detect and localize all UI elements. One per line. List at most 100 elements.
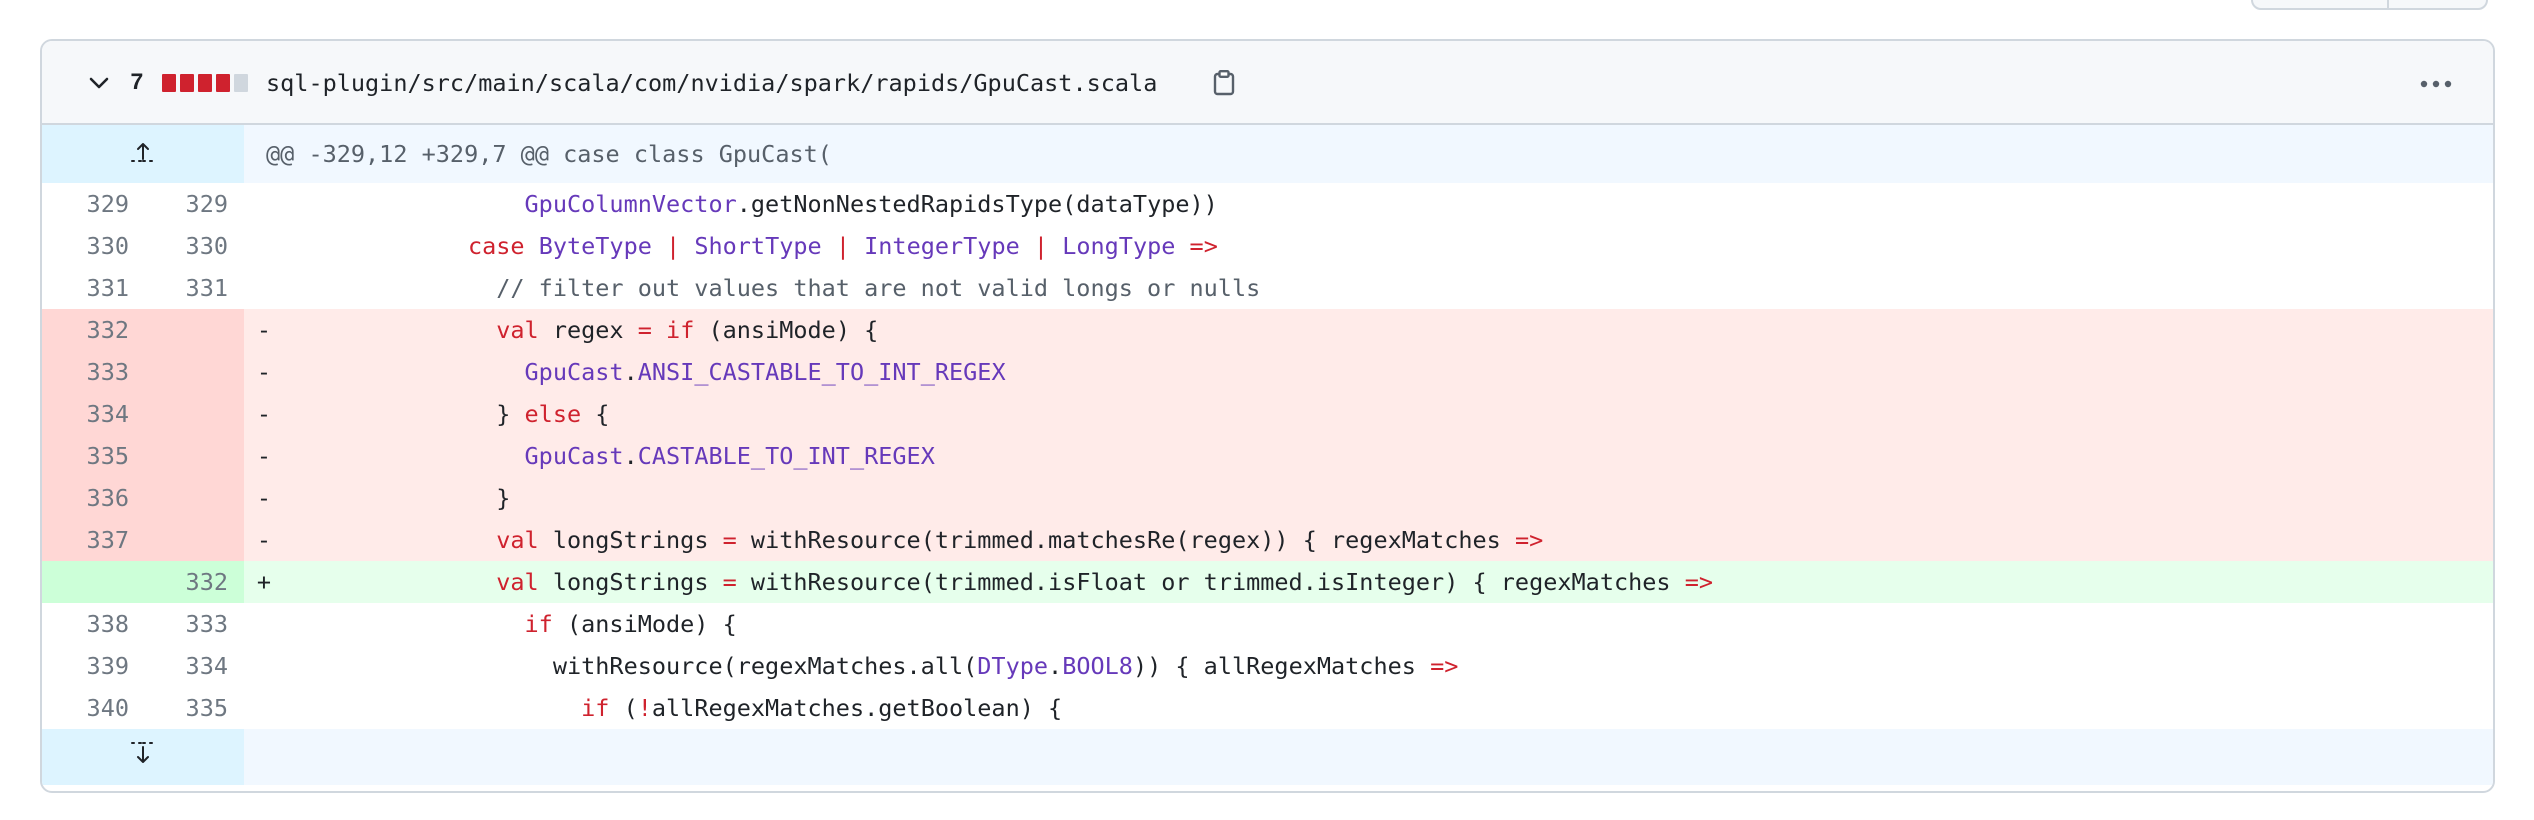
diff-marker	[244, 225, 284, 267]
toggle-divider	[2387, 0, 2389, 8]
code-token: LongType	[1062, 232, 1176, 260]
code-token: =>	[1175, 232, 1218, 260]
expand-up-button[interactable]	[42, 125, 244, 183]
code-token: }	[496, 400, 525, 428]
code-line: val longStrings = withResource(trimmed.i…	[284, 561, 2493, 603]
view-toggle-control[interactable]	[2251, 0, 2488, 10]
fold-down-icon	[131, 742, 155, 763]
code-token: .	[623, 442, 638, 470]
diff-line-ctx: 331 331 // filter out values that are not…	[42, 267, 2493, 309]
expand-bottom-filler	[244, 729, 2493, 785]
code-token: CASTABLE_TO_INT_REGEX	[637, 442, 935, 470]
diff-marker	[244, 645, 284, 687]
code-line: // filter out values that are not valid …	[284, 267, 2493, 309]
new-line-number[interactable]	[143, 393, 244, 435]
new-line-number[interactable]: 332	[143, 561, 244, 603]
new-line-number[interactable]: 335	[143, 687, 244, 729]
clipboard-icon[interactable]	[1206, 65, 1242, 101]
old-line-number[interactable]: 339	[42, 645, 143, 687]
code-token: BOOL8	[1062, 652, 1133, 680]
diffstat-block-neutral	[234, 74, 248, 92]
code-token: longStrings	[538, 526, 723, 554]
code-token: GpuColumnVector	[524, 190, 737, 218]
code-line: if (ansiMode) {	[284, 603, 2493, 645]
code-token: ShortType	[694, 232, 822, 260]
code-token: DType	[977, 652, 1049, 680]
new-line-number[interactable]	[143, 519, 244, 561]
new-line-number[interactable]	[143, 435, 244, 477]
old-line-number[interactable]: 337	[42, 519, 143, 561]
code-token: allRegexMatches.getBoolean) {	[651, 694, 1063, 722]
old-line-number[interactable]: 336	[42, 477, 143, 519]
old-line-number[interactable]	[42, 561, 143, 603]
code-token: else	[524, 400, 582, 428]
kebab-horizontal-icon[interactable]	[2414, 65, 2458, 101]
code-token: regex	[538, 316, 638, 344]
new-line-number[interactable]: 329	[143, 183, 244, 225]
code-line: case ByteType | ShortType | IntegerType …	[284, 225, 2493, 267]
code-line: GpuCast.CASTABLE_TO_INT_REGEX	[284, 435, 2493, 477]
code-token: |	[821, 232, 865, 260]
file-header: 7 sql-plugin/src/main/scala/com/nvidia/s…	[42, 41, 2493, 125]
code-token: (ansiMode) {	[694, 316, 879, 344]
code-line: val regex = if (ansiMode) {	[284, 309, 2493, 351]
code-token: .	[623, 358, 638, 386]
code-token: (ansiMode) {	[552, 610, 737, 638]
old-line-number[interactable]: 335	[42, 435, 143, 477]
diff-marker: -	[256, 358, 272, 386]
code-token: }	[496, 484, 511, 512]
hunk-header-text: @@ -329,12 +329,7 @@ case class GpuCast(	[244, 125, 2493, 183]
diff-line-ctx: 330 330 case ByteType | ShortType | Integ…	[42, 225, 2493, 267]
diff-marker: -	[256, 316, 272, 344]
file-path-link[interactable]: sql-plugin/src/main/scala/com/nvidia/spa…	[266, 65, 1157, 101]
diff-marker	[244, 183, 284, 225]
diff-marker: -	[256, 484, 272, 512]
code-token: !	[637, 694, 652, 722]
code-token: )) { allRegexMatches	[1132, 652, 1431, 680]
expand-down-button[interactable]	[42, 729, 244, 785]
diff-file: 7 sql-plugin/src/main/scala/com/nvidia/s…	[40, 39, 2495, 793]
diff-marker	[244, 267, 284, 309]
chevron-down-icon[interactable]	[86, 71, 112, 95]
new-line-number[interactable]: 331	[143, 267, 244, 309]
diff-marker: +	[256, 568, 272, 596]
old-line-number[interactable]: 338	[42, 603, 143, 645]
code-token: =	[722, 568, 737, 596]
hunk-header-row: @@ -329,12 +329,7 @@ case class GpuCast(	[42, 125, 2493, 183]
diff-line-ctx: 329329 GpuColumnVector.getNonNestedRapid…	[42, 183, 2493, 225]
diff-line-del: 336 - }	[42, 477, 2493, 519]
old-line-number[interactable]: 340	[42, 687, 143, 729]
old-line-number[interactable]: 333	[42, 351, 143, 393]
code-token: IntegerType	[864, 232, 1020, 260]
new-line-number[interactable]: 330	[143, 225, 244, 267]
code-token: val	[496, 526, 539, 554]
old-line-number[interactable]: 332	[42, 309, 143, 351]
code-token: // filter out values that are not valid …	[496, 274, 1261, 302]
code-line: GpuCast.ANSI_CASTABLE_TO_INT_REGEX	[284, 351, 2493, 393]
code-token: if	[524, 610, 553, 638]
code-line: val longStrings = withResource(trimmed.m…	[284, 519, 2493, 561]
code-token: withResource(trimmed.isFloat or trimmed.…	[736, 568, 1685, 596]
code-token: =>	[1430, 652, 1459, 680]
new-line-number[interactable]: 333	[143, 603, 244, 645]
new-line-number[interactable]	[143, 477, 244, 519]
diff-line-add: 332 + val longStrings = withResource(trim…	[42, 561, 2493, 603]
new-line-number[interactable]: 334	[143, 645, 244, 687]
diffstat-blocks	[162, 74, 248, 92]
diff-line-ctx: 339 334 withResource(regexMatches.all(DTy…	[42, 645, 2493, 687]
diff-line-del: 334 - } else {	[42, 393, 2493, 435]
diff-line-del: 337 - val longStrings = withResource(trim…	[42, 519, 2493, 561]
new-line-number[interactable]	[143, 309, 244, 351]
diffstat-block-del	[216, 74, 230, 92]
old-line-number[interactable]: 334	[42, 393, 143, 435]
code-token: ByteType	[538, 232, 652, 260]
new-line-number[interactable]	[143, 351, 244, 393]
code-token: |	[1019, 232, 1063, 260]
code-token: val	[496, 316, 539, 344]
fold-up-icon	[131, 143, 155, 162]
